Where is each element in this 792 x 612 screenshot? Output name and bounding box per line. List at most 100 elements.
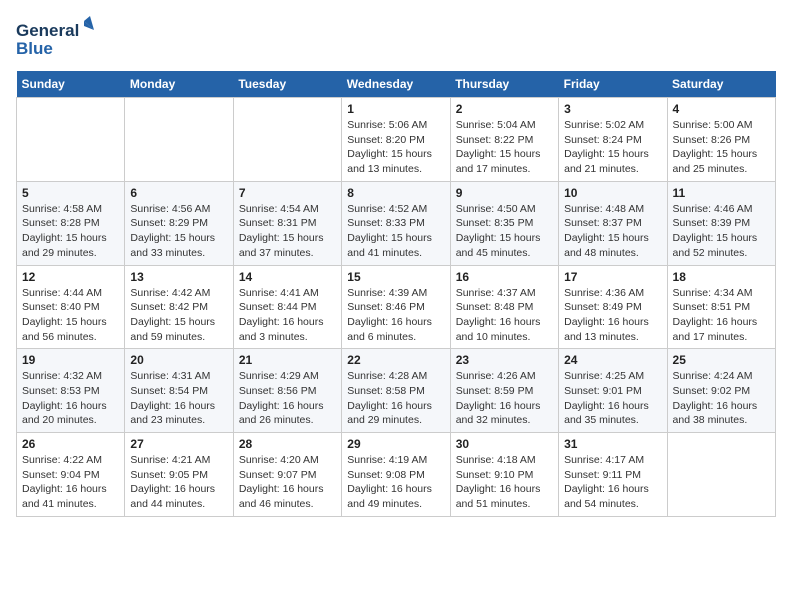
- day-info: Sunrise: 4:44 AM Sunset: 8:40 PM Dayligh…: [22, 286, 119, 345]
- calendar-week-row: 12 Sunrise: 4:44 AM Sunset: 8:40 PM Dayli…: [17, 265, 776, 349]
- day-number: 14: [239, 270, 336, 284]
- calendar-cell: 2 Sunrise: 5:04 AM Sunset: 8:22 PM Daylig…: [450, 98, 558, 182]
- day-number: 17: [564, 270, 661, 284]
- day-number: 23: [456, 353, 553, 367]
- calendar-cell: 11 Sunrise: 4:46 AM Sunset: 8:39 PM Dayli…: [667, 181, 775, 265]
- day-info: Sunrise: 4:21 AM Sunset: 9:05 PM Dayligh…: [130, 453, 227, 512]
- day-number: 6: [130, 186, 227, 200]
- calendar-cell: 20Sunrise: 4:31 AM Sunset: 8:54 PM Dayli…: [125, 349, 233, 433]
- calendar-cell: 4 Sunrise: 5:00 AM Sunset: 8:26 PM Daylig…: [667, 98, 775, 182]
- day-info: Sunrise: 4:32 AM Sunset: 8:53 PM Dayligh…: [22, 369, 119, 428]
- day-info: Sunrise: 4:24 AM Sunset: 9:02 PM Dayligh…: [673, 369, 770, 428]
- calendar-cell: [667, 433, 775, 517]
- day-info: Sunrise: 4:37 AM Sunset: 8:48 PM Dayligh…: [456, 286, 553, 345]
- day-number: 31: [564, 437, 661, 451]
- day-info: Sunrise: 4:36 AM Sunset: 8:49 PM Dayligh…: [564, 286, 661, 345]
- day-number: 4: [673, 102, 770, 116]
- calendar-week-row: 5Sunrise: 4:58 AM Sunset: 8:28 PM Daylig…: [17, 181, 776, 265]
- day-number: 7: [239, 186, 336, 200]
- day-info: Sunrise: 4:34 AM Sunset: 8:51 PM Dayligh…: [673, 286, 770, 345]
- day-info: Sunrise: 4:20 AM Sunset: 9:07 PM Dayligh…: [239, 453, 336, 512]
- day-number: 3: [564, 102, 661, 116]
- day-info: Sunrise: 4:31 AM Sunset: 8:54 PM Dayligh…: [130, 369, 227, 428]
- svg-text:General: General: [16, 21, 79, 40]
- calendar-cell: 31 Sunrise: 4:17 AM Sunset: 9:11 PM Dayli…: [559, 433, 667, 517]
- calendar-cell: 9 Sunrise: 4:50 AM Sunset: 8:35 PM Daylig…: [450, 181, 558, 265]
- day-info: Sunrise: 5:04 AM Sunset: 8:22 PM Dayligh…: [456, 118, 553, 177]
- day-number: 11: [673, 186, 770, 200]
- calendar-cell: 19 Sunrise: 4:32 AM Sunset: 8:53 PM Dayli…: [17, 349, 125, 433]
- day-info: Sunrise: 4:42 AM Sunset: 8:42 PM Dayligh…: [130, 286, 227, 345]
- weekday-header: Friday: [559, 71, 667, 98]
- day-number: 2: [456, 102, 553, 116]
- day-number: 24: [564, 353, 661, 367]
- day-number: 1: [347, 102, 444, 116]
- weekday-header: Sunday: [17, 71, 125, 98]
- day-number: 5: [22, 186, 119, 200]
- logo-icon: General Blue: [16, 16, 96, 61]
- day-info: Sunrise: 5:06 AM Sunset: 8:20 PM Dayligh…: [347, 118, 444, 177]
- day-number: 13: [130, 270, 227, 284]
- calendar-cell: [233, 98, 341, 182]
- day-info: Sunrise: 4:48 AM Sunset: 8:37 PM Dayligh…: [564, 202, 661, 261]
- weekday-header: Wednesday: [342, 71, 450, 98]
- day-info: Sunrise: 4:28 AM Sunset: 8:58 PM Dayligh…: [347, 369, 444, 428]
- day-info: Sunrise: 4:29 AM Sunset: 8:56 PM Dayligh…: [239, 369, 336, 428]
- day-info: Sunrise: 5:00 AM Sunset: 8:26 PM Dayligh…: [673, 118, 770, 177]
- calendar-cell: 22 Sunrise: 4:28 AM Sunset: 8:58 PM Dayli…: [342, 349, 450, 433]
- weekday-header: Tuesday: [233, 71, 341, 98]
- weekday-header: Saturday: [667, 71, 775, 98]
- calendar-cell: 7 Sunrise: 4:54 AM Sunset: 8:31 PM Daylig…: [233, 181, 341, 265]
- calendar-cell: 5Sunrise: 4:58 AM Sunset: 8:28 PM Daylig…: [17, 181, 125, 265]
- day-number: 15: [347, 270, 444, 284]
- day-number: 18: [673, 270, 770, 284]
- day-number: 16: [456, 270, 553, 284]
- day-number: 9: [456, 186, 553, 200]
- day-info: Sunrise: 4:25 AM Sunset: 9:01 PM Dayligh…: [564, 369, 661, 428]
- day-number: 10: [564, 186, 661, 200]
- page-header: General Blue: [16, 16, 776, 61]
- day-info: Sunrise: 4:18 AM Sunset: 9:10 PM Dayligh…: [456, 453, 553, 512]
- calendar-table: SundayMondayTuesdayWednesdayThursdayFrid…: [16, 71, 776, 517]
- svg-text:Blue: Blue: [16, 39, 53, 58]
- calendar-cell: 3 Sunrise: 5:02 AM Sunset: 8:24 PM Daylig…: [559, 98, 667, 182]
- day-number: 19: [22, 353, 119, 367]
- calendar-cell: 16 Sunrise: 4:37 AM Sunset: 8:48 PM Dayli…: [450, 265, 558, 349]
- day-number: 29: [347, 437, 444, 451]
- day-info: Sunrise: 4:50 AM Sunset: 8:35 PM Dayligh…: [456, 202, 553, 261]
- day-info: Sunrise: 4:54 AM Sunset: 8:31 PM Dayligh…: [239, 202, 336, 261]
- calendar-cell: 26Sunrise: 4:22 AM Sunset: 9:04 PM Dayli…: [17, 433, 125, 517]
- day-number: 25: [673, 353, 770, 367]
- calendar-cell: 21 Sunrise: 4:29 AM Sunset: 8:56 PM Dayli…: [233, 349, 341, 433]
- calendar-cell: 28Sunrise: 4:20 AM Sunset: 9:07 PM Dayli…: [233, 433, 341, 517]
- day-number: 27: [130, 437, 227, 451]
- day-number: 22: [347, 353, 444, 367]
- calendar-week-row: 26Sunrise: 4:22 AM Sunset: 9:04 PM Dayli…: [17, 433, 776, 517]
- weekday-header: Monday: [125, 71, 233, 98]
- calendar-cell: 14 Sunrise: 4:41 AM Sunset: 8:44 PM Dayli…: [233, 265, 341, 349]
- day-info: Sunrise: 4:26 AM Sunset: 8:59 PM Dayligh…: [456, 369, 553, 428]
- calendar-cell: 18 Sunrise: 4:34 AM Sunset: 8:51 PM Dayli…: [667, 265, 775, 349]
- calendar-cell: 17 Sunrise: 4:36 AM Sunset: 8:49 PM Dayli…: [559, 265, 667, 349]
- calendar-cell: [125, 98, 233, 182]
- calendar-cell: 27 Sunrise: 4:21 AM Sunset: 9:05 PM Dayli…: [125, 433, 233, 517]
- calendar-week-row: 1 Sunrise: 5:06 AM Sunset: 8:20 PM Daylig…: [17, 98, 776, 182]
- day-info: Sunrise: 4:17 AM Sunset: 9:11 PM Dayligh…: [564, 453, 661, 512]
- calendar-cell: 25 Sunrise: 4:24 AM Sunset: 9:02 PM Dayli…: [667, 349, 775, 433]
- day-info: Sunrise: 4:19 AM Sunset: 9:08 PM Dayligh…: [347, 453, 444, 512]
- day-info: Sunrise: 5:02 AM Sunset: 8:24 PM Dayligh…: [564, 118, 661, 177]
- calendar-week-row: 19 Sunrise: 4:32 AM Sunset: 8:53 PM Dayli…: [17, 349, 776, 433]
- calendar-cell: 29 Sunrise: 4:19 AM Sunset: 9:08 PM Dayli…: [342, 433, 450, 517]
- day-number: 21: [239, 353, 336, 367]
- day-info: Sunrise: 4:56 AM Sunset: 8:29 PM Dayligh…: [130, 202, 227, 261]
- day-number: 12: [22, 270, 119, 284]
- day-info: Sunrise: 4:52 AM Sunset: 8:33 PM Dayligh…: [347, 202, 444, 261]
- calendar-cell: 23 Sunrise: 4:26 AM Sunset: 8:59 PM Dayli…: [450, 349, 558, 433]
- day-info: Sunrise: 4:46 AM Sunset: 8:39 PM Dayligh…: [673, 202, 770, 261]
- day-info: Sunrise: 4:41 AM Sunset: 8:44 PM Dayligh…: [239, 286, 336, 345]
- calendar-cell: 13 Sunrise: 4:42 AM Sunset: 8:42 PM Dayli…: [125, 265, 233, 349]
- calendar-cell: [17, 98, 125, 182]
- logo: General Blue: [16, 16, 96, 61]
- calendar-cell: 6 Sunrise: 4:56 AM Sunset: 8:29 PM Daylig…: [125, 181, 233, 265]
- calendar-cell: 30Sunrise: 4:18 AM Sunset: 9:10 PM Dayli…: [450, 433, 558, 517]
